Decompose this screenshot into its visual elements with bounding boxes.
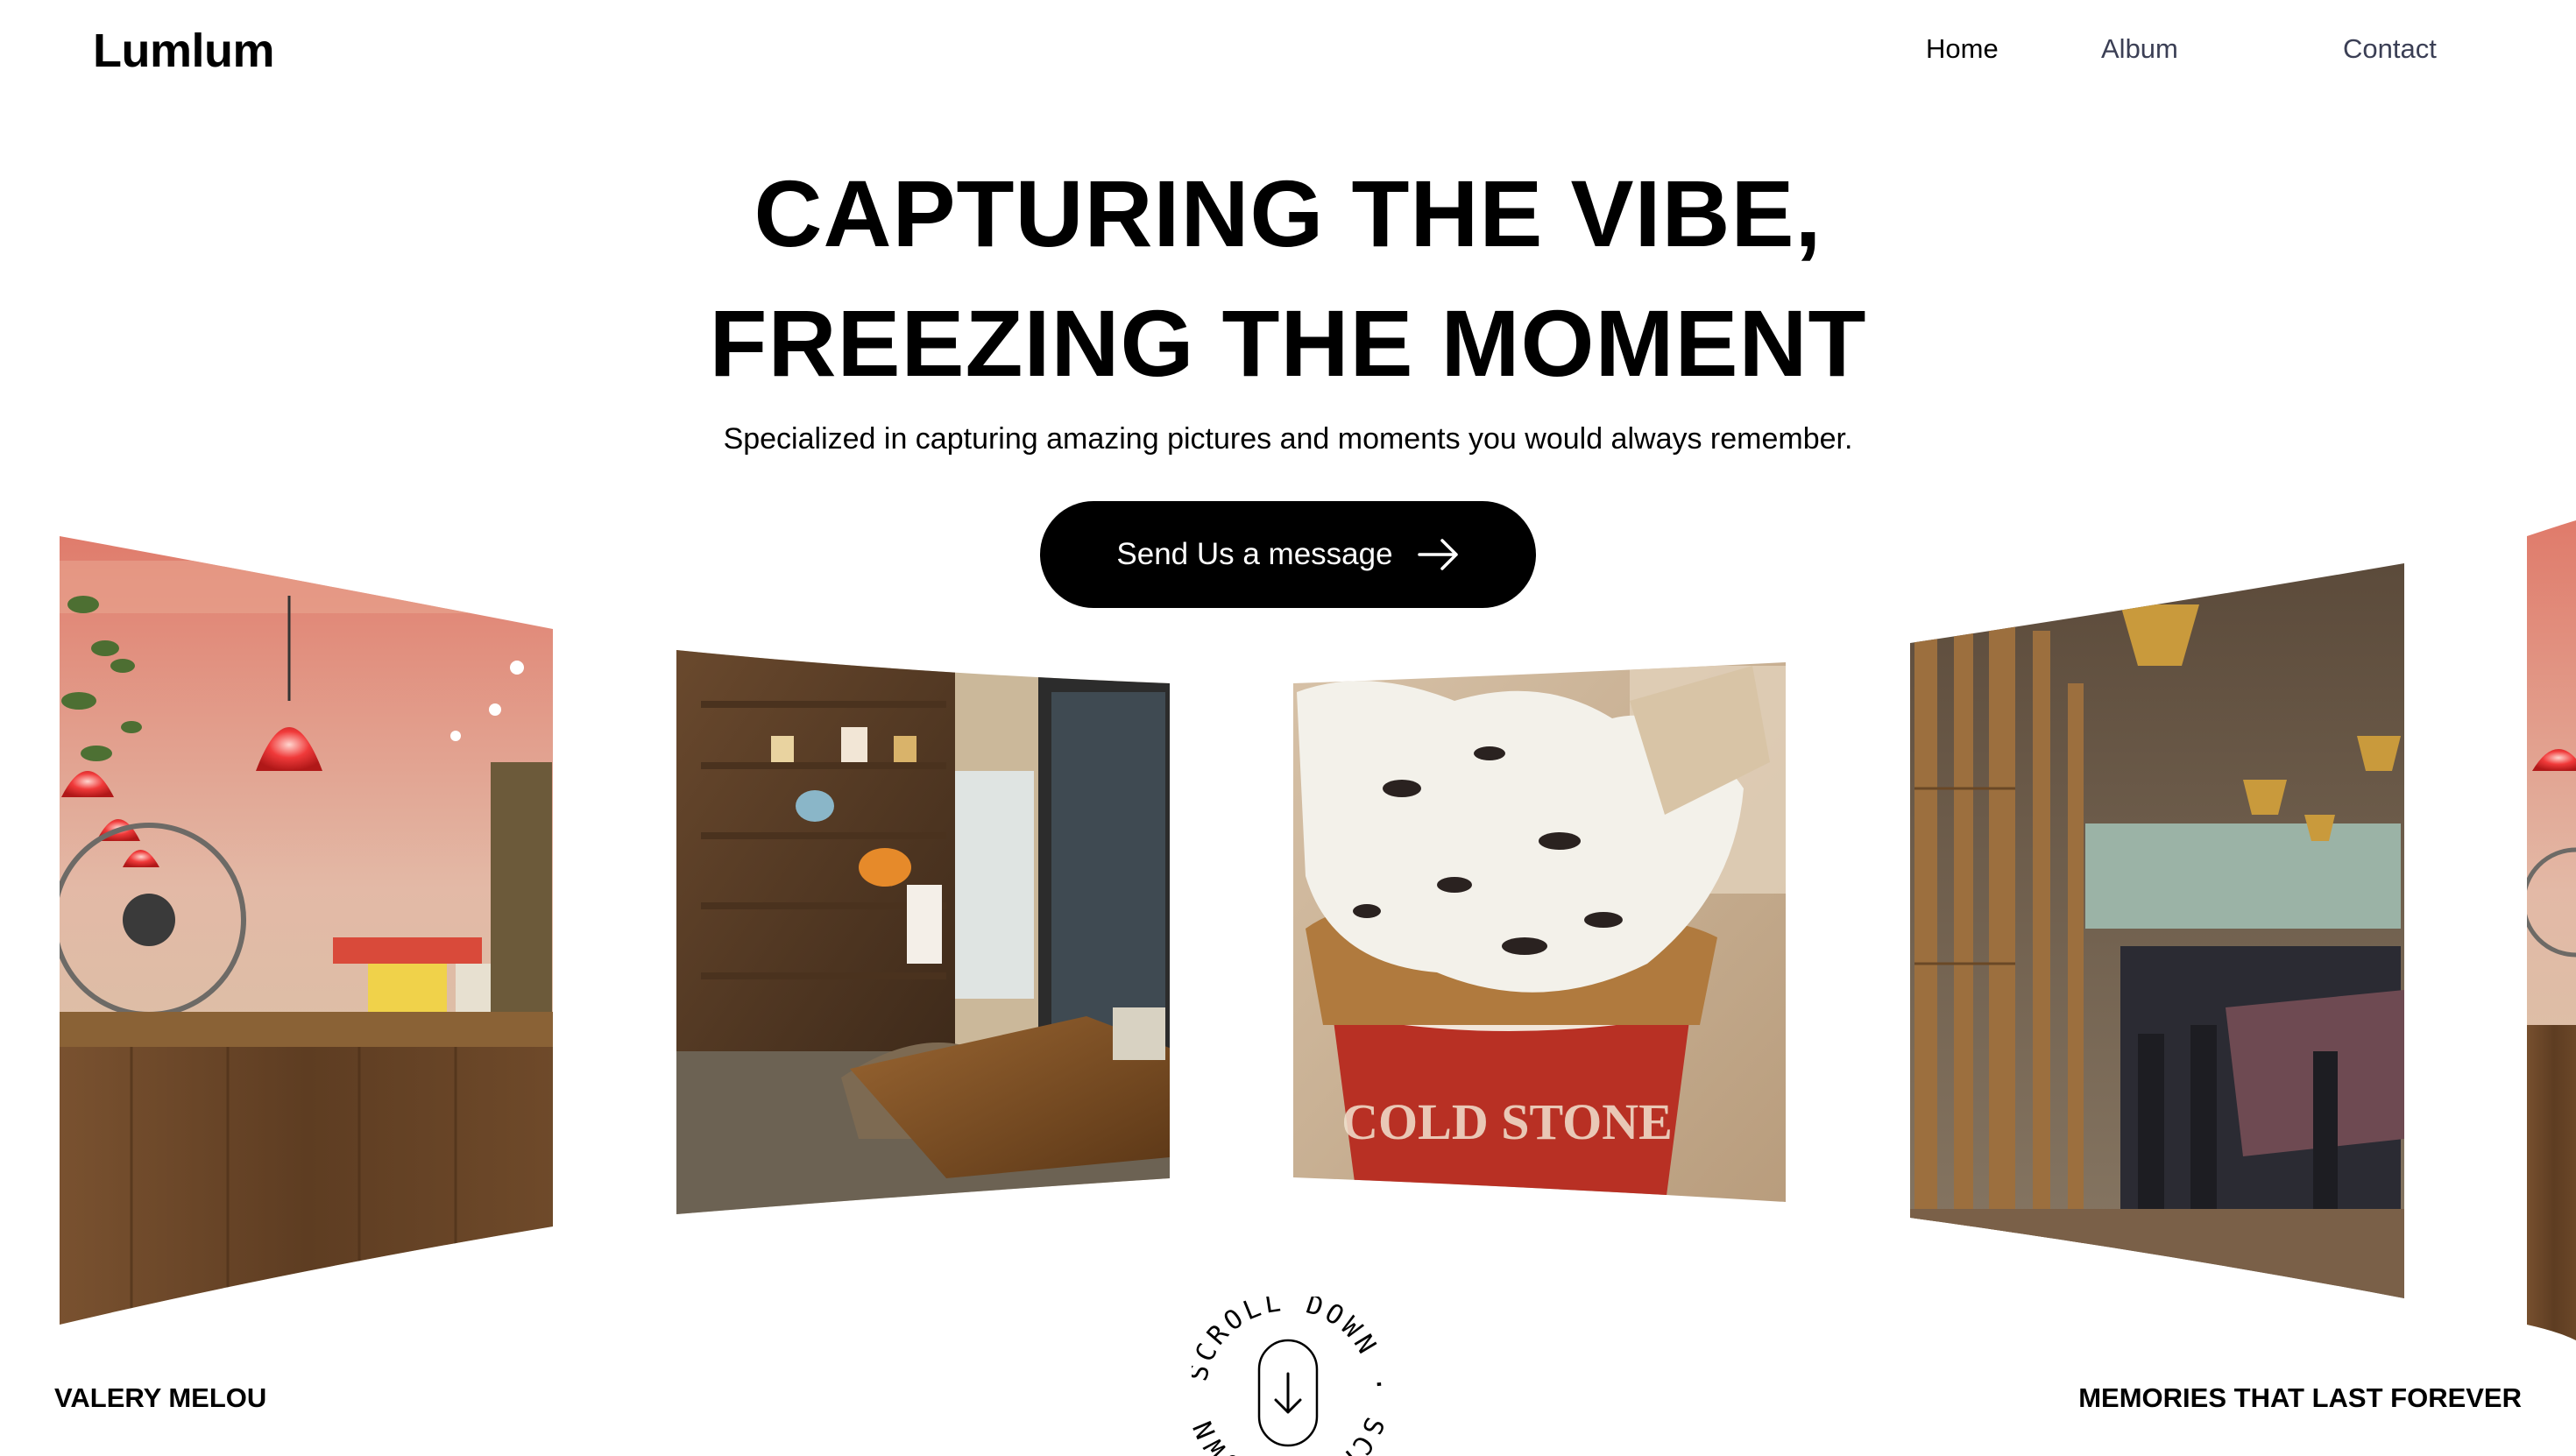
gallery-photo-bakery[interactable] <box>666 640 1183 1226</box>
gallery-photo-partial[interactable] <box>2523 517 2576 1349</box>
send-message-button[interactable]: Send Us a message <box>1040 501 1536 608</box>
headline-line-1: CAPTURING THE VIBE, <box>754 160 1822 266</box>
gallery-photo-bamboo-restaurant[interactable] <box>1901 552 2418 1314</box>
arrow-right-icon <box>1417 539 1458 570</box>
landing-page: Lumlum Home Album Contact CAPTURING THE … <box>0 0 2576 1456</box>
svg-text:COLD STONE: COLD STONE <box>1341 1093 1673 1150</box>
send-message-label: Send Us a message <box>1116 537 1393 571</box>
hero-subtitle: Specialized in capturing amazing picture… <box>723 422 1853 456</box>
hero-headline: CAPTURING THE VIBE, FREEZING THE MOMENT <box>0 149 2576 408</box>
site-logo[interactable]: Lumlum <box>93 23 275 79</box>
nav-contact[interactable]: Contact <box>2343 30 2437 68</box>
headline-line-2: FREEZING THE MOMENT <box>709 290 1867 396</box>
scroll-down-badge[interactable]: SCROLL DOWN · SCROLL DOWN · <box>1192 1297 1384 1456</box>
tagline: MEMORIES THAT LAST FOREVER <box>2078 1382 2522 1413</box>
photographer-name: VALERY MELOU <box>54 1382 267 1413</box>
arrow-down-icon <box>1274 1372 1302 1414</box>
gallery-photo-cafe-counter[interactable] <box>53 526 561 1336</box>
nav-album[interactable]: Album <box>2101 30 2178 68</box>
gallery-photo-ice-cream[interactable]: COLD STONE <box>1288 648 1796 1209</box>
nav-home[interactable]: Home <box>1926 30 1999 68</box>
